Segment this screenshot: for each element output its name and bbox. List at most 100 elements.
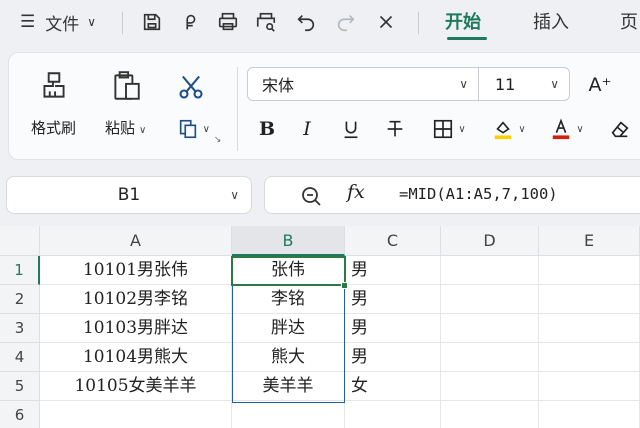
file-menu-label: 文件 bbox=[45, 14, 80, 35]
tab-start[interactable]: 开始 bbox=[445, 8, 481, 38]
fx-icon[interactable]: fx bbox=[347, 181, 365, 203]
paste-button[interactable]: 粘贴 ∨ bbox=[105, 69, 146, 138]
column-header-d[interactable]: D bbox=[441, 226, 539, 256]
cell-b2[interactable]: 李铭 bbox=[232, 285, 345, 314]
font-size-value: 11 bbox=[495, 74, 516, 94]
cell-c4[interactable]: 男 bbox=[345, 343, 441, 372]
chevron-down-icon: ∨ bbox=[87, 15, 97, 29]
cut-button[interactable] bbox=[171, 69, 211, 105]
column-header-a[interactable]: A bbox=[40, 226, 232, 256]
cell-b5[interactable]: 美羊羊 bbox=[232, 372, 345, 401]
format-painter-label: 格式刷 bbox=[31, 119, 77, 137]
undo-icon[interactable] bbox=[292, 6, 320, 38]
cell-b1[interactable]: 张伟 bbox=[232, 256, 345, 285]
print-icon[interactable] bbox=[214, 6, 242, 38]
chevron-down-icon[interactable]: ∨ bbox=[203, 124, 210, 135]
cell-e5[interactable] bbox=[539, 372, 640, 401]
cell-a6[interactable] bbox=[40, 401, 232, 428]
cell-d3[interactable] bbox=[441, 314, 539, 343]
chevron-down-icon: ∨ bbox=[550, 77, 559, 91]
cell-c1[interactable]: 男 bbox=[345, 256, 441, 285]
fill-handle[interactable] bbox=[341, 282, 348, 289]
cell-b6[interactable] bbox=[232, 401, 345, 428]
underline-button[interactable] bbox=[337, 115, 365, 143]
cell-c3[interactable]: 男 bbox=[345, 314, 441, 343]
dialog-launcher-icon[interactable]: ↘ bbox=[214, 135, 222, 145]
chevron-down-icon[interactable]: ∨ bbox=[230, 188, 239, 202]
tab-insert[interactable]: 插入 bbox=[533, 8, 569, 38]
cell-a5[interactable]: 10105女美羊羊 bbox=[40, 372, 232, 401]
border-icon bbox=[434, 119, 453, 139]
cell-a2[interactable]: 10102男李铭 bbox=[40, 285, 232, 314]
sync-icon[interactable] bbox=[176, 6, 204, 38]
clear-format-button[interactable] bbox=[605, 115, 635, 143]
bold-button[interactable]: B bbox=[253, 115, 281, 143]
chevron-down-icon: ∨ bbox=[576, 123, 584, 135]
chevron-down-icon[interactable]: ∨ bbox=[139, 125, 146, 136]
row-header-5[interactable]: 5 bbox=[0, 372, 40, 401]
column-header-c[interactable]: C bbox=[345, 226, 441, 256]
cell-c2[interactable]: 男 bbox=[345, 285, 441, 314]
cell-d1[interactable] bbox=[441, 256, 539, 285]
top-menu-bar: ☰ 文件 ∨ 开始 插入 页 bbox=[0, 0, 640, 46]
cell-e1[interactable] bbox=[539, 256, 640, 285]
chevron-down-icon: ∨ bbox=[518, 123, 526, 135]
cell-b4[interactable]: 熊大 bbox=[232, 343, 345, 372]
border-button[interactable]: ∨ bbox=[427, 115, 471, 143]
font-size-select[interactable]: 11 ∨ bbox=[478, 67, 570, 101]
name-box[interactable]: B1 ∨ bbox=[6, 176, 252, 214]
save-icon[interactable] bbox=[138, 6, 166, 38]
font-name-value: 宋体 bbox=[262, 76, 295, 95]
cell-d5[interactable] bbox=[441, 372, 539, 401]
menu-icon: ☰ bbox=[19, 12, 36, 32]
cell-c6[interactable] bbox=[345, 401, 441, 428]
row-header-4[interactable]: 4 bbox=[0, 343, 40, 372]
italic-button[interactable]: I bbox=[293, 115, 321, 143]
row-header-2[interactable]: 2 bbox=[0, 285, 40, 314]
row-header-3[interactable]: 3 bbox=[0, 314, 40, 343]
close-icon[interactable] bbox=[372, 6, 400, 38]
increase-font-size-button[interactable]: A⁺ bbox=[585, 71, 615, 99]
column-header-bar: A B C D E bbox=[0, 226, 640, 256]
zoom-icon[interactable] bbox=[299, 184, 323, 212]
cell-a3[interactable]: 10103男胖达 bbox=[40, 314, 232, 343]
cell-e2[interactable] bbox=[539, 285, 640, 314]
chevron-down-icon: ∨ bbox=[458, 123, 466, 135]
cell-e6[interactable] bbox=[539, 401, 640, 428]
clipboard-icon bbox=[114, 71, 140, 100]
toolbar-divider bbox=[122, 12, 123, 34]
print-preview-icon[interactable] bbox=[252, 6, 280, 38]
ribbon-divider bbox=[237, 67, 238, 151]
paint-bucket-icon bbox=[495, 121, 512, 140]
eraser-icon bbox=[611, 121, 629, 138]
column-header-e[interactable]: E bbox=[539, 226, 640, 256]
format-painter-button[interactable]: 格式刷 bbox=[31, 69, 76, 138]
chevron-down-icon: ∨ bbox=[459, 77, 468, 91]
cell-d6[interactable] bbox=[441, 401, 539, 428]
font-color-button[interactable]: ∨ bbox=[545, 115, 589, 143]
strikethrough-icon bbox=[387, 120, 403, 137]
strikethrough-button[interactable] bbox=[381, 115, 409, 143]
cell-a1[interactable]: 10101男张伟 bbox=[40, 256, 232, 285]
row-header-1[interactable]: 1 bbox=[0, 256, 40, 285]
row-header-6[interactable]: 6 bbox=[0, 401, 40, 428]
tab-page[interactable]: 页 bbox=[620, 8, 638, 38]
copy-button[interactable]: ∨ ↘ bbox=[171, 111, 227, 147]
file-menu-button[interactable]: ☰ 文件 ∨ bbox=[10, 6, 106, 38]
cell-b3[interactable]: 胖达 bbox=[232, 314, 345, 343]
cell-e4[interactable] bbox=[539, 343, 640, 372]
cell-d2[interactable] bbox=[441, 285, 539, 314]
cell-e3[interactable] bbox=[539, 314, 640, 343]
spreadsheet-grid: A B C D E 1 2 3 4 5 6 10101男张伟 10102男李铭 … bbox=[0, 226, 640, 428]
redo-icon[interactable] bbox=[332, 6, 360, 38]
formula-input[interactable]: =MID(A1:A5,7,100) bbox=[399, 185, 558, 203]
column-header-b[interactable]: B bbox=[232, 226, 345, 256]
fill-color-button[interactable]: ∨ bbox=[487, 115, 531, 143]
select-all-corner[interactable] bbox=[0, 226, 40, 256]
cell-c5[interactable]: 女 bbox=[345, 372, 441, 401]
cell-d4[interactable] bbox=[441, 343, 539, 372]
formula-bar[interactable]: fx =MID(A1:A5,7,100) bbox=[264, 176, 640, 214]
cell-a4[interactable]: 10104男熊大 bbox=[40, 343, 232, 372]
copy-icon bbox=[179, 119, 196, 139]
font-name-select[interactable]: 宋体 ∨ bbox=[247, 67, 479, 101]
